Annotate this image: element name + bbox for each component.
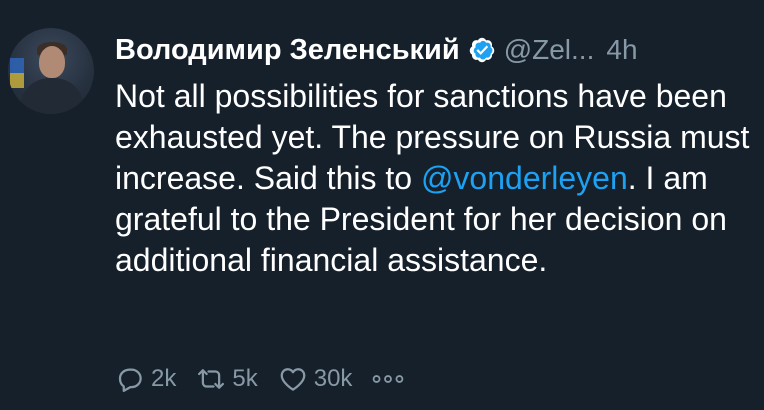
mention-link[interactable]: @vonderleyen <box>421 160 628 196</box>
retweet-button[interactable]: 5k <box>196 364 258 394</box>
reply-button[interactable]: 2k <box>115 364 176 394</box>
avatar[interactable] <box>8 28 94 114</box>
heart-icon <box>280 368 306 391</box>
more-icon <box>373 375 404 383</box>
tweet-text: Not all possibilities for sanctions have… <box>115 76 755 281</box>
like-button[interactable]: 30k <box>278 364 353 394</box>
author-name[interactable]: Володимир Зеленський <box>115 34 460 67</box>
avatar-body <box>20 78 84 114</box>
reply-count: 2k <box>151 365 177 392</box>
tweet-header: Володимир Зеленський @Zel... 4h <box>115 26 746 74</box>
verified-badge-icon <box>468 36 496 64</box>
retweet-icon <box>198 369 225 389</box>
like-count: 30k <box>313 365 353 392</box>
flag-graphic <box>10 58 24 88</box>
more-options-button[interactable] <box>372 372 404 386</box>
tweet-actions: 2k 5k 30k <box>115 360 404 398</box>
tweet-timestamp[interactable]: 4h <box>606 34 637 66</box>
tweet-card[interactable]: Володимир Зеленський @Zel... 4h Not all … <box>0 0 764 410</box>
author-handle[interactable]: @Zel... <box>504 34 595 66</box>
reply-icon <box>118 368 142 392</box>
avatar-head <box>39 46 65 78</box>
retweet-count: 5k <box>232 365 258 392</box>
